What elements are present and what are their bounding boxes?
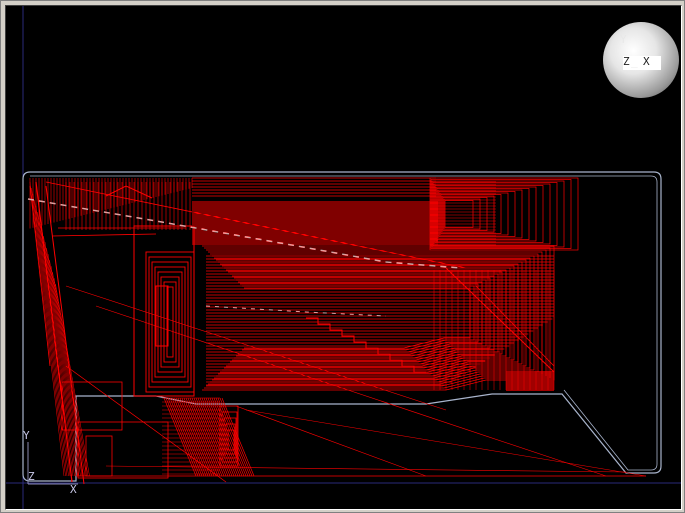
view-cube-axis-y: Y	[620, 33, 627, 46]
dashed-guide-line	[205, 305, 387, 317]
ucs-axis-y: Y	[23, 429, 30, 442]
wireframe-scene[interactable]	[6, 6, 682, 510]
application-frame: Y Z _ X Y Z X	[0, 0, 685, 513]
view-cube-underscore: _	[631, 55, 638, 68]
ucs-axis-x: X	[70, 483, 77, 496]
view-cube-axis-z: Z	[623, 55, 630, 68]
cad-viewport[interactable]: Y Z _ X Y Z X	[5, 5, 682, 510]
view-cube-axis-x: X	[643, 55, 650, 68]
ucs-axis-z: Z	[28, 470, 35, 483]
wireframe-geometry	[29, 177, 647, 485]
